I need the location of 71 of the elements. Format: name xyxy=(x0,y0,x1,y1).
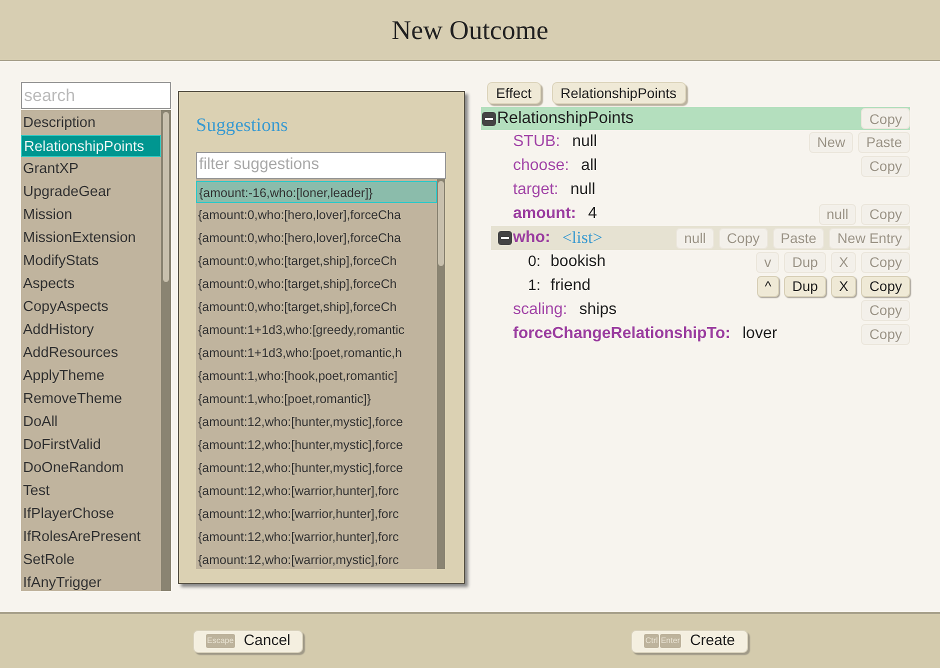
outcome-item[interactable]: AddHistory xyxy=(21,319,161,341)
outcome-item[interactable]: DoAll xyxy=(21,411,161,433)
field-value: null xyxy=(570,180,596,200)
outcome-item[interactable]: Mission xyxy=(21,204,161,226)
entry-value: friend xyxy=(550,276,591,296)
row-button[interactable]: Dup xyxy=(784,276,826,296)
suggestion-item[interactable]: {amount:12,who:[warrior,hunter],forc xyxy=(196,480,437,502)
suggestion-item[interactable]: {amount:0,who:[target,ship],forceCh xyxy=(196,250,437,272)
suggestion-item[interactable]: {amount:1+1d3,who:[greedy,romantic xyxy=(196,318,437,340)
entry-index: 1: xyxy=(528,276,541,296)
entry-value: bookish xyxy=(550,252,606,272)
outcome-item[interactable]: IfPlayerChose xyxy=(21,503,161,525)
field-value: 4 xyxy=(588,204,598,224)
suggestion-item[interactable]: {amount:1,who:[poet,romantic]} xyxy=(196,388,437,410)
breadcrumb-button[interactable]: RelationshipPoints xyxy=(552,82,686,104)
suggestion-item[interactable]: {amount:12,who:[hunter,mystic],force xyxy=(196,456,437,478)
suggestion-item[interactable]: {amount:12,who:[hunter,mystic],force xyxy=(196,410,437,432)
field-key: who: xyxy=(513,226,550,250)
outcome-item[interactable]: ModifyStats xyxy=(21,250,161,272)
filter-field[interactable]: filter suggestions xyxy=(196,152,446,178)
window-title: New Outcome xyxy=(392,14,548,47)
field-key: STUB: xyxy=(513,130,560,154)
outcome-item[interactable]: SetRole xyxy=(21,549,161,571)
field-key: scaling: xyxy=(513,298,568,322)
suggestion-item[interactable]: {amount:12,who:[warrior,mystic],forc xyxy=(196,548,437,568)
field-value: lover xyxy=(742,324,778,344)
row-button[interactable]: X xyxy=(830,276,856,296)
field-value: all xyxy=(581,156,598,176)
outcome-item[interactable]: Aspects xyxy=(21,273,161,295)
outcome-item[interactable]: ApplyTheme xyxy=(21,365,161,387)
suggestion-item[interactable]: {amount:0,who:[hero,lover],forceCha xyxy=(196,204,437,226)
outcome-item[interactable]: GrantXP xyxy=(21,158,161,180)
suggestion-item[interactable]: {amount:1+1d3,who:[poet,romantic,h xyxy=(196,342,437,364)
outcome-item[interactable]: RemoveTheme xyxy=(21,388,161,410)
outcome-item[interactable]: DoFirstValid xyxy=(21,434,161,456)
suggestion-item[interactable]: {amount:0,who:[target,ship],forceCh xyxy=(196,272,437,294)
outcome-item[interactable]: MissionExtension xyxy=(21,227,161,249)
outcome-item[interactable]: RelationshipPoints xyxy=(21,135,161,157)
breadcrumb-button[interactable]: Effect xyxy=(487,82,541,104)
row-button[interactable]: ^ xyxy=(756,276,780,296)
outcome-item[interactable]: AddResources xyxy=(21,342,161,364)
suggestion-item[interactable]: {amount:12,who:[hunter,mystic],force xyxy=(196,434,437,456)
field-key: forceChangeRelationshipTo: xyxy=(513,322,730,346)
scrollbar[interactable] xyxy=(161,110,171,591)
row-button[interactable]: Copy xyxy=(861,276,910,296)
collapse-icon[interactable] xyxy=(482,112,496,126)
collapse-icon[interactable] xyxy=(498,231,512,245)
suggestion-item[interactable]: {amount:-16,who:[loner,leader]} xyxy=(196,180,437,202)
field-value: ships xyxy=(579,300,617,320)
field-key: target: xyxy=(513,178,558,202)
suggestion-item[interactable]: {amount:12,who:[warrior,hunter],forc xyxy=(196,502,437,524)
outcome-item[interactable]: DoOneRandom xyxy=(21,457,161,479)
outcome-item[interactable]: Test xyxy=(21,480,161,502)
suggestion-item[interactable]: {amount:0,who:[hero,lover],forceCha xyxy=(196,226,437,248)
field-key: amount: xyxy=(513,202,576,226)
suggestion-item[interactable]: {amount:0,who:[target,ship],forceCh xyxy=(196,296,437,318)
outcome-item[interactable]: IfRolesArePresent xyxy=(21,526,161,548)
suggestion-item[interactable]: {amount:1,who:[hook,poet,romantic] xyxy=(196,364,437,386)
field-value: null xyxy=(572,132,598,152)
suggestions-title: Suggestions xyxy=(196,114,289,138)
root-label: RelationshipPoints xyxy=(497,108,634,130)
outcome-item[interactable]: IfAnyTrigger xyxy=(21,572,161,591)
scrollbar[interactable] xyxy=(437,178,445,568)
outcome-item[interactable]: CopyAspects xyxy=(21,296,161,318)
outcome-item[interactable]: UpgradeGear xyxy=(21,181,161,203)
search-field[interactable]: search xyxy=(21,82,171,109)
outcome-item[interactable]: Description xyxy=(21,112,161,134)
suggestion-item[interactable]: {amount:12,who:[warrior,hunter],forc xyxy=(196,526,437,548)
field-value: <list> xyxy=(562,227,602,250)
field-key: choose: xyxy=(513,154,570,178)
entry-index: 0: xyxy=(528,252,541,272)
